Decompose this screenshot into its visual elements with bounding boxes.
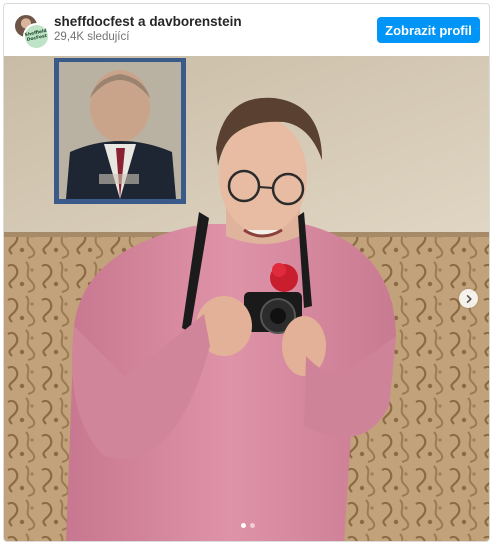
chevron-right-icon [466,294,472,303]
account-avatars[interactable]: Sheffield DocFest [13,13,50,50]
next-slide-button[interactable] [459,289,478,308]
post-card: Sheffield DocFest sheffdocfest a davbore… [3,3,490,542]
account-names: sheffdocfest a davborenstein [54,14,242,29]
carousel-dot-1 [240,523,246,528]
follower-count: 29,4K sledující [54,31,130,43]
account-joiner: a [138,14,146,29]
photo-illustration [4,56,489,541]
avatar-logo-text: Sheffield DocFest [24,28,48,43]
carousel-indicator [4,523,489,528]
post-image[interactable] [4,56,489,541]
account-link-primary[interactable]: sheffdocfest [54,14,134,29]
carousel-dot-2 [249,523,255,528]
avatar-sheffdocfest[interactable]: Sheffield DocFest [23,23,50,50]
view-profile-button[interactable]: Zobrazit profil [377,17,480,43]
post-header: Sheffield DocFest sheffdocfest a davbore… [4,4,489,56]
account-link-secondary[interactable]: davborenstein [149,14,241,29]
